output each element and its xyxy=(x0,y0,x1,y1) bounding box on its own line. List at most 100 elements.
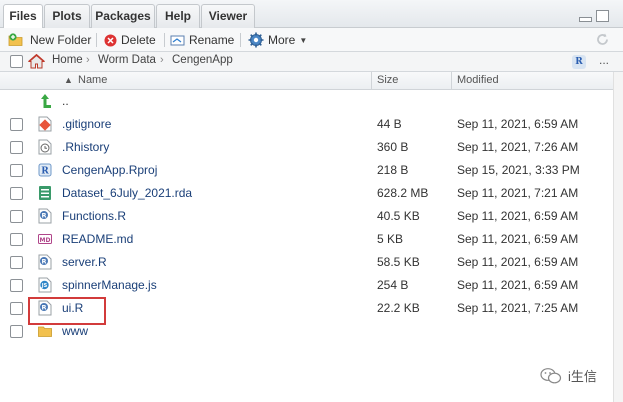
file-name[interactable]: Dataset_6July_2021.rda xyxy=(62,186,192,200)
tab-plots[interactable]: Plots xyxy=(44,4,90,28)
file-modified: Sep 11, 2021, 6:59 AM xyxy=(457,232,579,246)
home-icon[interactable] xyxy=(28,54,45,69)
file-modified: Sep 11, 2021, 6:59 AM xyxy=(457,117,579,131)
file-row[interactable]: Dataset_6July_2021.rda 628.2 MB Sep 11, … xyxy=(0,182,613,205)
file-row[interactable]: R CengenApp.Rproj 218 B Sep 15, 2021, 3:… xyxy=(0,159,613,182)
file-row[interactable]: JS spinnerManage.js 254 B Sep 11, 2021, … xyxy=(0,274,613,297)
refresh-icon[interactable] xyxy=(595,32,610,47)
rproj-icon: R xyxy=(38,163,52,177)
file-name[interactable]: Functions.R xyxy=(62,209,126,223)
file-modified: Sep 15, 2021, 3:33 PM xyxy=(457,163,580,177)
file-size: 628.2 MB xyxy=(377,186,429,200)
file-size: 254 B xyxy=(377,278,409,292)
breadcrumb-home[interactable]: Home xyxy=(52,54,83,66)
path-breadcrumb: Home › Worm Data › CengenApp R ... xyxy=(0,52,623,72)
file-modified: Sep 11, 2021, 6:59 AM xyxy=(457,255,579,269)
maximize-button[interactable] xyxy=(596,10,609,22)
file-checkbox[interactable] xyxy=(10,256,23,269)
file-checkbox[interactable] xyxy=(10,141,23,154)
tab-help[interactable]: Help xyxy=(156,4,200,28)
file-checkbox[interactable] xyxy=(10,279,23,292)
minimize-button[interactable] xyxy=(579,17,592,22)
file-checkbox[interactable] xyxy=(10,118,23,131)
parent-directory-label: .. xyxy=(62,94,69,108)
new-folder-button[interactable]: New Folder xyxy=(8,31,91,49)
file-modified: Sep 11, 2021, 6:59 AM xyxy=(457,209,579,223)
file-name[interactable]: spinnerManage.js xyxy=(62,278,157,292)
tab-viewer[interactable]: Viewer xyxy=(201,4,255,28)
file-row[interactable]: R server.R 58.5 KB Sep 11, 2021, 6:59 AM xyxy=(0,251,613,274)
column-divider xyxy=(451,72,452,90)
rdata-icon xyxy=(39,186,51,200)
toolbar-divider xyxy=(96,33,97,47)
breadcrumb-separator: › xyxy=(160,54,164,66)
js-file-icon: JS xyxy=(38,277,52,293)
more-button[interactable]: More ▼ xyxy=(248,31,307,49)
file-row[interactable]: .Rhistory 360 B Sep 11, 2021, 7:26 AM xyxy=(0,136,613,159)
vertical-scrollbar[interactable] xyxy=(613,72,623,402)
file-checkbox[interactable] xyxy=(10,164,23,177)
breadcrumb-more-button[interactable]: ... xyxy=(599,53,609,67)
new-folder-icon xyxy=(8,33,23,46)
files-toolbar: New Folder Delete Rename More ▼ xyxy=(0,28,623,52)
file-checkbox[interactable] xyxy=(10,233,23,246)
tab-packages[interactable]: Packages xyxy=(91,4,155,28)
file-checkbox[interactable] xyxy=(10,325,23,338)
wechat-icon xyxy=(540,367,562,383)
r-project-badge[interactable]: R xyxy=(572,55,586,69)
highlight-annotation-box xyxy=(28,297,106,325)
parent-directory-row[interactable]: .. xyxy=(0,90,613,113)
markdown-icon: MD xyxy=(38,234,52,244)
file-name[interactable]: .Rhistory xyxy=(62,140,109,154)
file-name[interactable]: server.R xyxy=(62,255,107,269)
more-label: More xyxy=(268,33,296,47)
rename-button[interactable]: Rename xyxy=(170,31,234,49)
watermark: i生信 xyxy=(540,366,597,385)
pane-tab-bar: Files Plots Packages Help Viewer xyxy=(0,0,623,29)
column-header-size[interactable]: Size xyxy=(377,74,398,86)
caret-down-icon: ▼ xyxy=(299,35,308,45)
file-checkbox[interactable] xyxy=(10,187,23,200)
delete-button[interactable]: Delete xyxy=(104,31,156,49)
file-row[interactable]: MD README.md 5 KB Sep 11, 2021, 6:59 AM xyxy=(0,228,613,251)
file-name[interactable]: README.md xyxy=(62,232,133,246)
file-size: 218 B xyxy=(377,163,409,177)
breadcrumb-cengenapp[interactable]: CengenApp xyxy=(172,54,233,66)
svg-text:MD: MD xyxy=(40,237,51,244)
file-name[interactable]: .gitignore xyxy=(62,117,111,131)
file-size: 5 KB xyxy=(377,232,404,246)
new-folder-label: New Folder xyxy=(30,33,92,47)
breadcrumb-worm-data[interactable]: Worm Data xyxy=(98,54,156,66)
toolbar-divider xyxy=(164,33,165,47)
file-row[interactable]: .gitignore 44 B Sep 11, 2021, 6:59 AM xyxy=(0,113,613,136)
delete-icon xyxy=(104,34,117,46)
file-checkbox[interactable] xyxy=(10,210,23,223)
gitignore-icon xyxy=(38,116,52,132)
gear-icon xyxy=(248,32,264,48)
r-file-icon: R xyxy=(38,254,52,270)
column-divider xyxy=(371,72,372,90)
file-size: 40.5 KB xyxy=(377,209,420,223)
file-modified: Sep 11, 2021, 7:25 AM xyxy=(457,301,579,315)
svg-text:R: R xyxy=(41,258,46,266)
tab-files[interactable]: Files xyxy=(3,4,43,29)
column-header-modified[interactable]: Modified xyxy=(457,74,499,86)
rename-label: Rename xyxy=(189,33,235,47)
file-modified: Sep 11, 2021, 7:26 AM xyxy=(457,140,579,154)
file-size: 58.5 KB xyxy=(377,255,420,269)
folder-name[interactable]: www xyxy=(62,324,88,338)
svg-text:R: R xyxy=(41,167,49,177)
svg-text:JS: JS xyxy=(41,283,48,289)
breadcrumb-separator: › xyxy=(86,54,90,66)
column-header-name[interactable]: Name xyxy=(78,74,107,86)
file-row[interactable]: R Functions.R 40.5 KB Sep 11, 2021, 6:59… xyxy=(0,205,613,228)
file-size: 360 B xyxy=(377,140,409,154)
file-size: 44 B xyxy=(377,117,402,131)
delete-label: Delete xyxy=(121,33,156,47)
file-name[interactable]: CengenApp.Rproj xyxy=(62,163,157,177)
pane-window-controls xyxy=(579,10,609,22)
file-checkbox[interactable] xyxy=(10,302,23,315)
select-all-checkbox[interactable] xyxy=(10,55,23,68)
watermark-text: i生信 xyxy=(568,369,597,384)
rename-icon xyxy=(170,35,185,45)
